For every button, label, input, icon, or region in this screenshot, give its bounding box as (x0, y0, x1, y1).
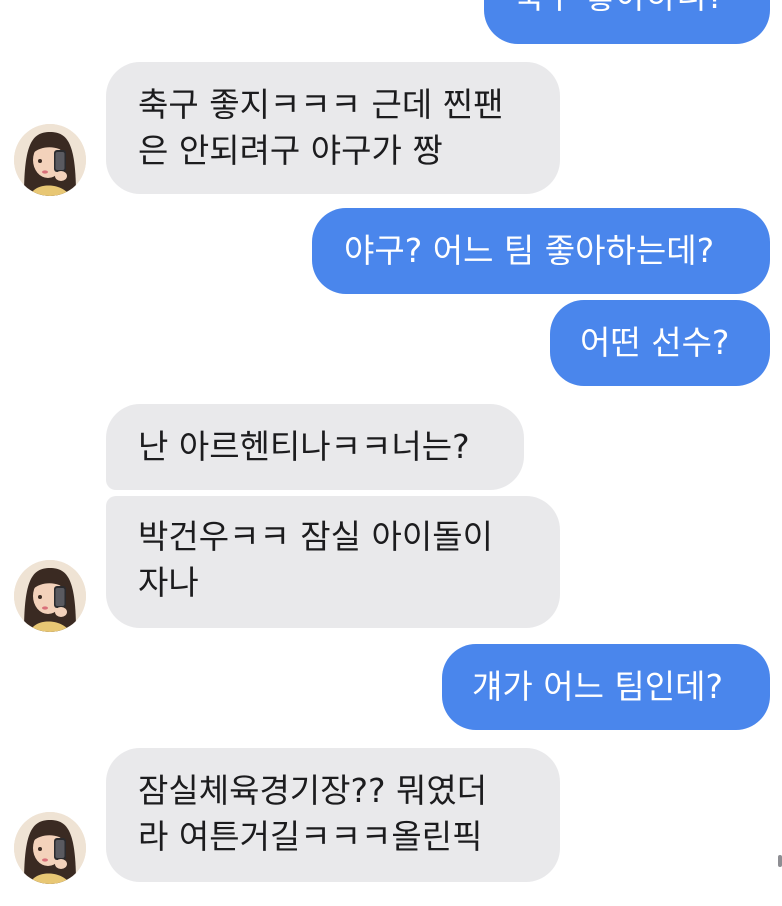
contact-avatar[interactable] (14, 812, 86, 884)
scroll-indicator (778, 855, 782, 867)
outgoing-message-bubble[interactable]: 축구 좋아하니? (484, 0, 770, 44)
outgoing-message-bubble[interactable]: 어떤 선수? (550, 300, 770, 386)
incoming-message-bubble[interactable]: 축구 좋지ㅋㅋㅋ 근데 찐팬 은 안되려구 야구가 짱 (106, 62, 560, 194)
incoming-message-bubble[interactable]: 난 아르헨티나ㅋㅋ너는? (106, 404, 524, 490)
contact-avatar[interactable] (14, 560, 86, 632)
contact-avatar[interactable] (14, 124, 86, 196)
chat-thread: 축구 좋아하니? 축구 좋지ㅋㅋㅋ 근데 찐팬 은 안되려구 야구가 짱 야구?… (0, 0, 782, 906)
incoming-message-bubble[interactable]: 잠실체육경기장?? 뭐였더 라 여튼거길ㅋㅋㅋ올린픽 (106, 748, 560, 882)
incoming-message-bubble[interactable]: 박건우ㅋㅋ 잠실 아이돌이 자나 (106, 496, 560, 628)
outgoing-message-bubble[interactable]: 야구? 어느 팀 좋아하는데? (312, 208, 770, 294)
outgoing-message-bubble[interactable]: 걔가 어느 팀인데? (442, 644, 770, 730)
